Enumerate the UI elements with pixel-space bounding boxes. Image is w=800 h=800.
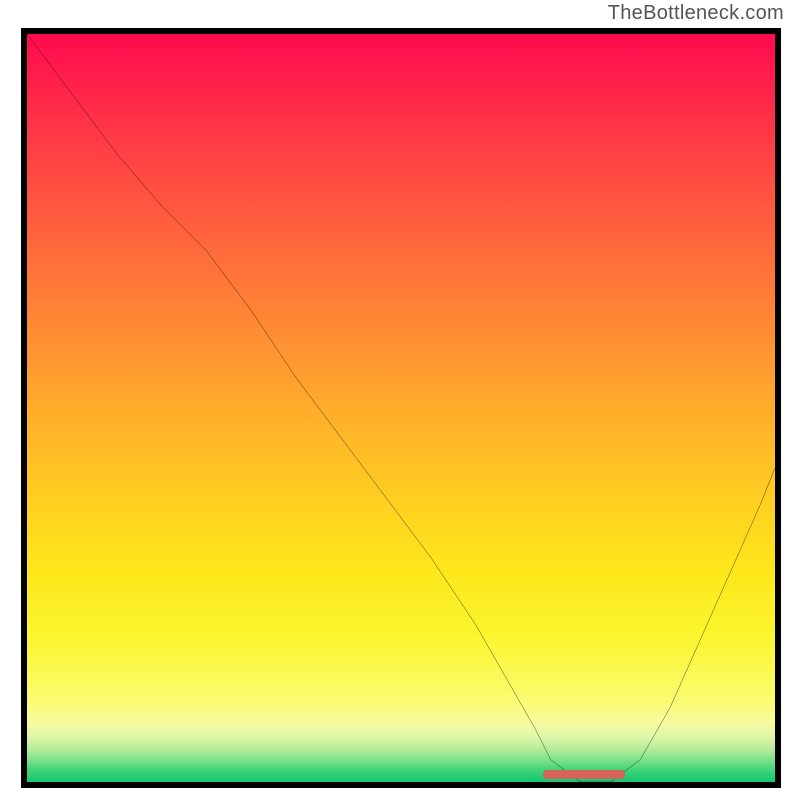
bottleneck-curve-path xyxy=(27,34,775,782)
plot-area xyxy=(27,34,775,782)
watermark-text: TheBottleneck.com xyxy=(608,2,784,25)
chart-frame: TheBottleneck.com xyxy=(0,0,800,800)
bottleneck-curve xyxy=(27,34,775,782)
optimal-range-marker xyxy=(543,770,625,779)
